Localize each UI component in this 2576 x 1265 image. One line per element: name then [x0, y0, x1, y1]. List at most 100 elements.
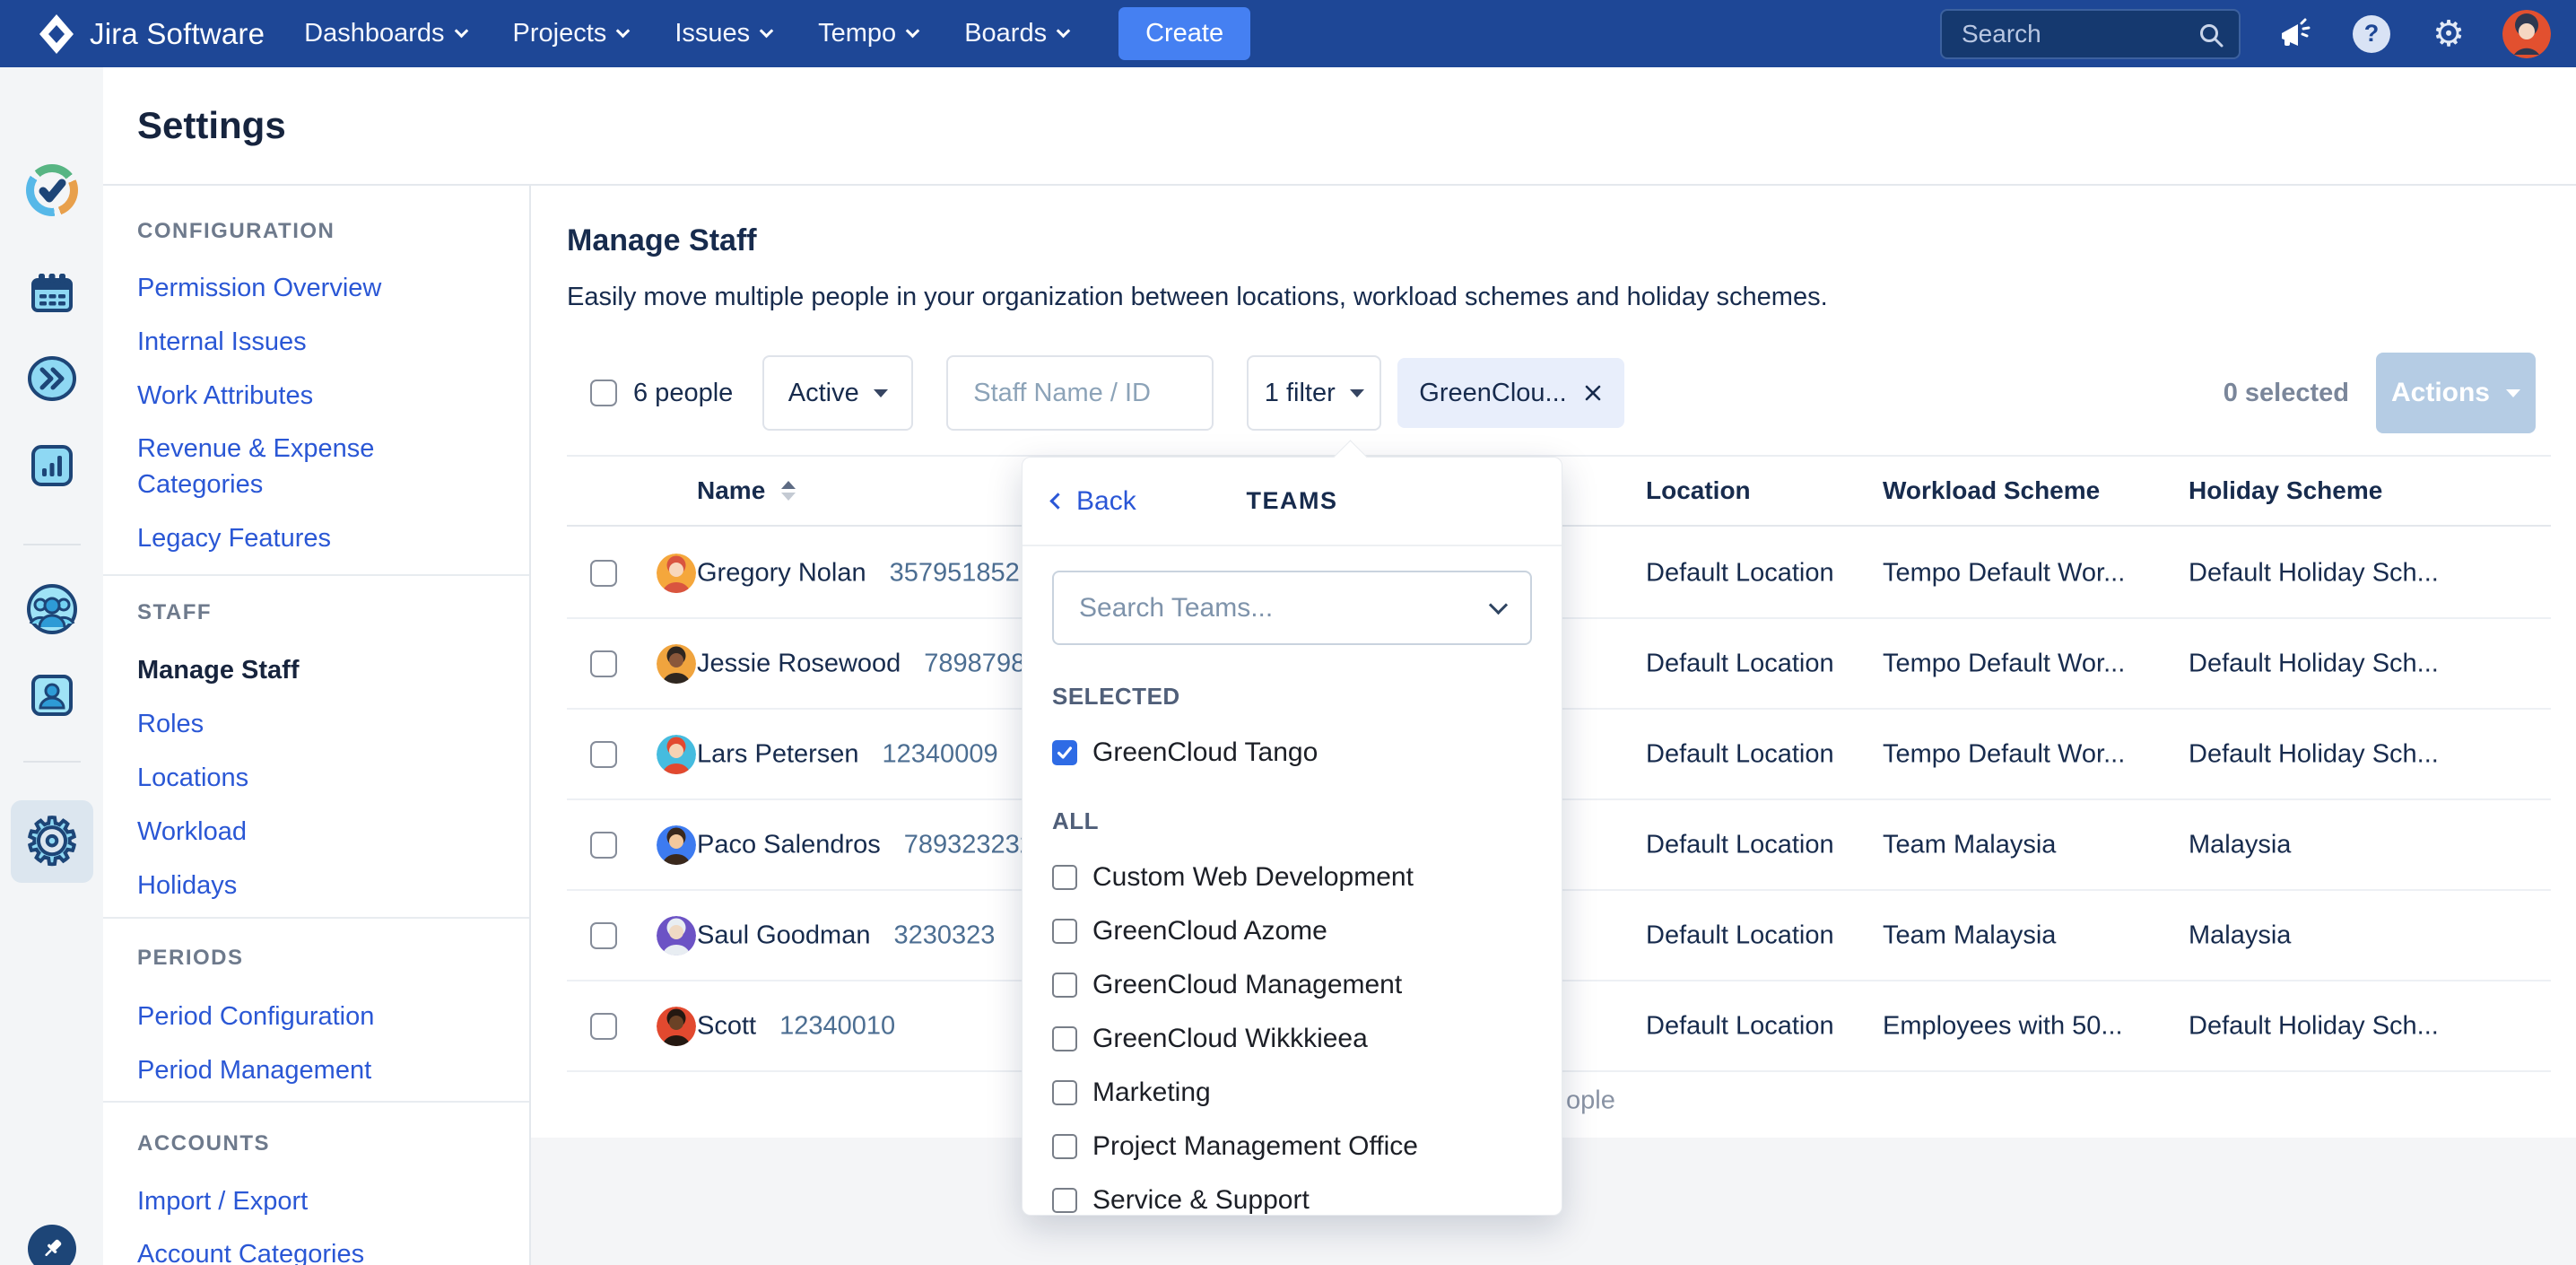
staff-id-link[interactable]: 12340009 [883, 739, 998, 769]
staff-id-link[interactable]: 789323232 [904, 830, 1034, 859]
row-checkbox[interactable] [590, 560, 617, 587]
create-button[interactable]: Create [1118, 7, 1250, 60]
sidebar-item-holidays[interactable]: Holidays [137, 868, 237, 903]
sidebar-heading-staff: STAFF [137, 600, 212, 625]
nav-item-boards[interactable]: Boards [964, 19, 1068, 48]
reports-icon[interactable] [30, 444, 74, 487]
planner-chevrons-icon[interactable] [28, 354, 76, 403]
people-count: 6 people [633, 379, 733, 408]
teams-icon[interactable] [27, 584, 77, 634]
section-description: Easily move multiple people in your orga… [567, 283, 1828, 312]
filter-chip-greencloud[interactable]: GreenClou... [1397, 358, 1623, 428]
sidebar-item-import-export[interactable]: Import / Export [137, 1183, 308, 1219]
chevron-down-icon [874, 389, 888, 397]
cell-holiday-scheme: Malaysia [2189, 830, 2291, 859]
remove-chip-icon[interactable] [1583, 383, 1603, 403]
row-checkbox[interactable] [590, 832, 617, 859]
cell-location: Default Location [1646, 1011, 1834, 1041]
search-teams-placeholder: Search Teams... [1079, 593, 1273, 624]
team-option-service-support[interactable]: Service & Support [1052, 1185, 1532, 1216]
status-filter-dropdown[interactable]: Active [762, 355, 913, 431]
sidebar-item-manage-staff[interactable]: Manage Staff [137, 652, 299, 688]
search-teams-select[interactable]: Search Teams... [1052, 571, 1532, 645]
sidebar-item-revenue-expense-categories[interactable]: Revenue & Expense Categories [137, 431, 447, 502]
row-checkbox[interactable] [590, 922, 617, 949]
pin-icon[interactable] [28, 1225, 76, 1265]
staff-name: Saul Goodman [697, 920, 870, 950]
checkbox-unchecked[interactable] [1052, 1188, 1077, 1213]
column-header-workload-scheme[interactable]: Workload Scheme [1883, 476, 2100, 505]
nav-search-input[interactable] [1942, 20, 2336, 48]
staff-id-link[interactable]: 3230323 [893, 920, 995, 950]
jira-logo-text: Jira Software [90, 17, 265, 51]
nav-item-issues[interactable]: Issues [674, 19, 771, 48]
column-header-holiday-scheme[interactable]: Holiday Scheme [2189, 476, 2382, 505]
sidebar-item-period-management[interactable]: Period Management [137, 1052, 371, 1088]
avatar [657, 735, 696, 774]
sidebar-heading-accounts: ACCOUNTS [137, 1131, 270, 1156]
staff-id-link[interactable]: 12340010 [779, 1011, 895, 1041]
checkbox-unchecked[interactable] [1052, 919, 1077, 944]
staff-name: Lars Petersen [697, 739, 859, 769]
help-icon[interactable]: ? [2348, 11, 2395, 57]
user-avatar[interactable] [2502, 10, 2551, 58]
person-card-icon[interactable] [30, 674, 74, 717]
sidebar-item-legacy-features[interactable]: Legacy Features [137, 520, 331, 556]
team-option-project-management-office[interactable]: Project Management Office [1052, 1131, 1532, 1162]
checkbox-unchecked[interactable] [1052, 1134, 1077, 1159]
nav-item-tempo[interactable]: Tempo [818, 19, 918, 48]
team-option-greencloud-azome[interactable]: GreenCloud Azome [1052, 916, 1532, 947]
staff-id-link[interactable]: 357951852 [890, 558, 1020, 588]
rail-settings-active[interactable]: ⚙ [11, 800, 93, 883]
checkbox-unchecked[interactable] [1052, 1080, 1077, 1105]
sidebar-item-permission-overview[interactable]: Permission Overview [137, 270, 381, 306]
sidebar-item-internal-issues[interactable]: Internal Issues [137, 324, 307, 360]
back-button[interactable]: Back [1052, 486, 1136, 517]
cell-workload-scheme: Tempo Default Wor... [1883, 739, 2125, 769]
checkbox-unchecked[interactable] [1052, 1026, 1077, 1051]
nav-item-dashboards[interactable]: Dashboards [304, 19, 466, 48]
nav-links: Dashboards Projects Issues Tempo Boards [304, 19, 1068, 48]
actions-button[interactable]: Actions [2376, 353, 2536, 433]
jira-logo[interactable]: Jira Software [38, 13, 265, 56]
row-checkbox[interactable] [590, 1013, 617, 1040]
sidebar-item-workload[interactable]: Workload [137, 814, 247, 850]
team-option-marketing[interactable]: Marketing [1052, 1077, 1532, 1108]
settings-icon[interactable]: ⚙ [2425, 11, 2472, 57]
checkbox-unchecked[interactable] [1052, 865, 1077, 890]
filter-dropdown[interactable]: 1 filter [1247, 355, 1381, 431]
calendar-icon[interactable] [30, 272, 74, 315]
checkbox-checked[interactable] [1052, 740, 1077, 765]
team-option-custom-web-development[interactable]: Custom Web Development [1052, 862, 1532, 893]
jira-diamond-icon [38, 13, 75, 56]
sidebar-item-period-configuration[interactable]: Period Configuration [137, 999, 374, 1034]
cell-holiday-scheme: Malaysia [2189, 920, 2291, 950]
select-all-checkbox[interactable] [590, 380, 617, 406]
column-header-name[interactable]: Name [697, 476, 796, 505]
settings-header: Settings [103, 67, 2576, 186]
showing-people-text: ople [1566, 1086, 1615, 1116]
checkbox-unchecked[interactable] [1052, 973, 1077, 998]
sidebar-item-work-attributes[interactable]: Work Attributes [137, 378, 313, 414]
sidebar-item-locations[interactable]: Locations [137, 760, 248, 796]
team-option-greencloud-wikkkieea[interactable]: GreenCloud Wikkkieea [1052, 1024, 1532, 1054]
tempo-logo-icon[interactable] [26, 164, 78, 216]
settings-sidebar: CONFIGURATION Permission Overview Intern… [103, 186, 531, 1265]
selected-count: 0 selected [2224, 379, 2349, 408]
chevron-left-icon [1049, 493, 1066, 509]
cell-holiday-scheme: Default Holiday Sch... [2189, 649, 2439, 678]
team-option-greencloud-tango[interactable]: GreenCloud Tango [1052, 737, 1532, 768]
sidebar-item-account-categories[interactable]: Account Categories [137, 1236, 364, 1265]
sidebar-item-roles[interactable]: Roles [137, 706, 204, 742]
row-checkbox[interactable] [590, 741, 617, 768]
column-header-location[interactable]: Location [1646, 476, 1751, 505]
rail-divider [23, 761, 81, 763]
row-checkbox[interactable] [590, 650, 617, 677]
sidebar-heading-configuration: CONFIGURATION [137, 219, 335, 244]
nav-item-projects[interactable]: Projects [513, 19, 629, 48]
page: Jira Software Dashboards Projects Issues… [0, 0, 2576, 1265]
nav-search[interactable] [1940, 9, 2241, 59]
cell-holiday-scheme: Default Holiday Sch... [2189, 739, 2439, 769]
team-option-greencloud-management[interactable]: GreenCloud Management [1052, 970, 1532, 1000]
staff-search-input[interactable] [946, 355, 1214, 431]
